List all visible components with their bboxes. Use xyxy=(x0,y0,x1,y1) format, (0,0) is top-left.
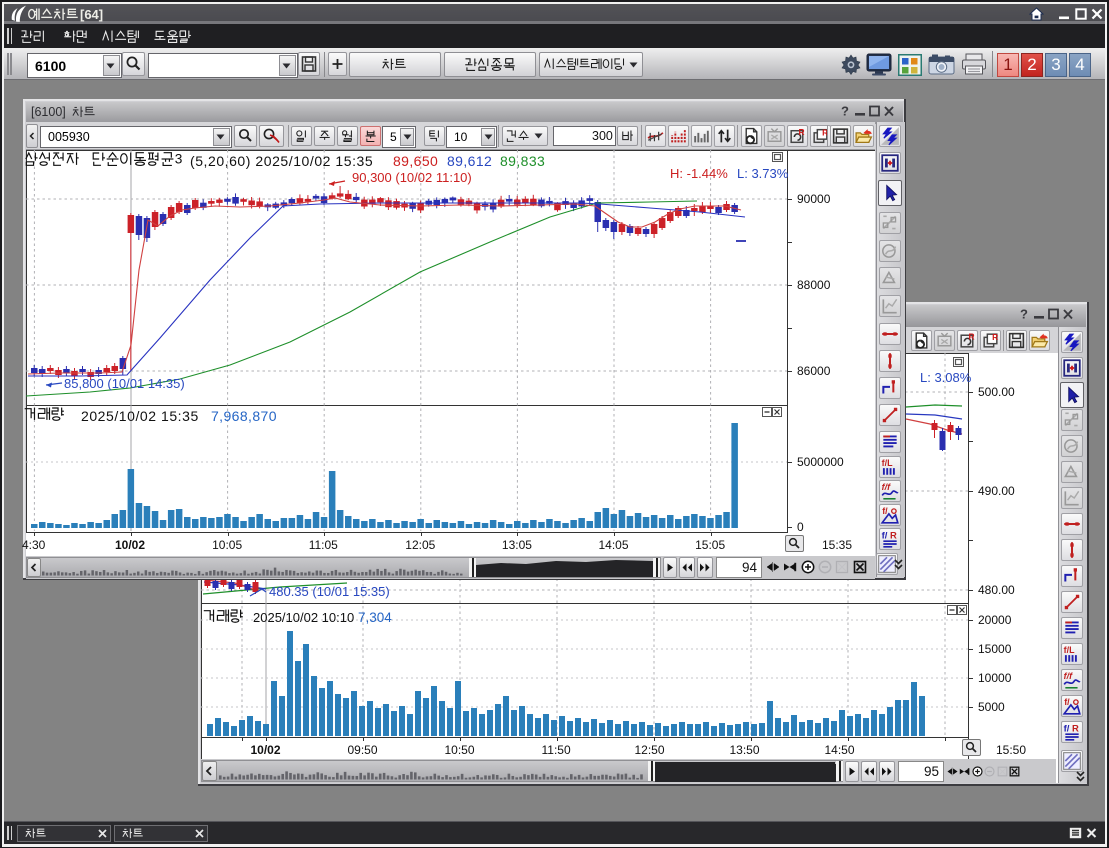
svg-text:f/f: f/f xyxy=(1064,671,1073,681)
svg-text:3: 3 xyxy=(175,151,183,166)
svg-text:?: ? xyxy=(841,104,849,118)
svg-text:f/: f/ xyxy=(882,530,888,541)
svg-text:R: R xyxy=(992,332,998,342)
svg-text:f/: f/ xyxy=(1064,723,1070,734)
svg-text:R: R xyxy=(969,331,975,341)
svg-text:R: R xyxy=(890,530,897,541)
svg-text:f/L: f/L xyxy=(882,458,893,468)
svg-text:R: R xyxy=(799,127,805,137)
svg-text:f/f: f/f xyxy=(882,482,891,492)
svg-text:f/L: f/L xyxy=(1064,645,1075,655)
svg-text:f/: f/ xyxy=(1064,697,1070,707)
svg-text:?: ? xyxy=(1020,307,1028,321)
svg-text:f/: f/ xyxy=(882,506,888,516)
svg-text:R: R xyxy=(1072,723,1079,734)
